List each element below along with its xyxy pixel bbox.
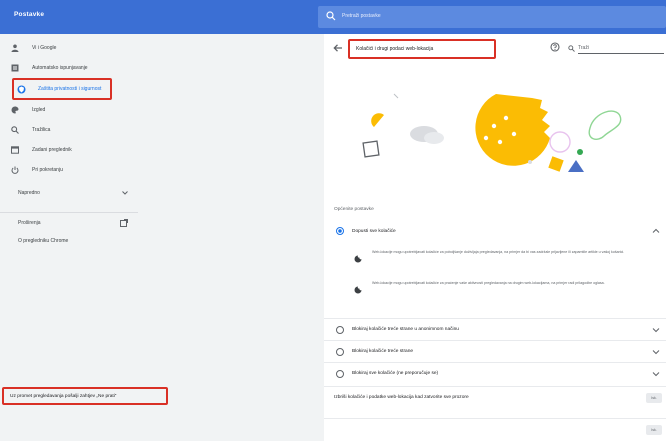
sidebar: Vi i Google Automatsko ispunjavanje Zašt… <box>0 34 138 441</box>
radio-button[interactable] <box>336 347 344 356</box>
browser-icon <box>8 143 22 157</box>
cloud-shape <box>424 132 444 144</box>
yellow-square-shape <box>548 156 564 172</box>
cookie-icon <box>354 286 362 294</box>
sidebar-item-label: Tražilica <box>32 127 51 133</box>
cookies-illustration <box>362 93 622 172</box>
sidebar-item-autofill[interactable]: Automatsko ispunjavanje <box>8 58 128 78</box>
cookie-option-allow-all[interactable]: Dopusti sve kolačiće <box>324 220 666 242</box>
radio-button[interactable] <box>336 369 344 378</box>
top-bar: Postavke Pretraži postavke <box>0 0 666 34</box>
chevron-down-icon <box>122 191 128 195</box>
triangle-shape <box>568 160 584 172</box>
about-label: O pregledniku Chrome <box>18 238 69 244</box>
search-placeholder: Pretraži postavke <box>342 13 381 19</box>
dot-shape <box>528 160 532 164</box>
option-label: Blokiraj kolačiće treće strane <box>352 349 414 354</box>
extensions-label: Proširenja <box>18 220 41 226</box>
sidebar-about-chrome-link[interactable]: O pregledniku Chrome <box>18 232 128 250</box>
sidebar-item-search-engine[interactable]: Tražilica <box>8 120 128 140</box>
sidebar-item-label: Zaštita privatnosti i sigurnost <box>38 86 102 92</box>
sidebar-item-on-startup[interactable]: Pri pokretanju <box>8 160 128 180</box>
chevron-down-icon[interactable] <box>652 326 660 334</box>
sidebar-item-label: Automatsko ispunjavanje <box>32 65 88 71</box>
shield-icon <box>14 82 28 96</box>
chevron-up-icon[interactable] <box>652 227 660 235</box>
sidebar-item-label: Vi i Google <box>32 45 57 51</box>
blob-outline-shape <box>588 110 622 140</box>
search-icon <box>326 11 336 21</box>
expanded-description: Web-lokacije mogu upotrebljavati kolačić… <box>354 249 654 275</box>
radio-button-selected[interactable] <box>336 227 344 235</box>
sidebar-item-label: Pri pokretanju <box>32 167 63 173</box>
clear-on-exit-label: Izbriši kolačiće i podatke web-lokacija … <box>334 395 469 400</box>
sidebar-item-default-browser[interactable]: Zadani preglednik <box>8 140 128 160</box>
page-title: Kolačići i drugi podaci web-lokacija <box>348 39 496 59</box>
sidebar-item-label: Izgled <box>32 107 46 113</box>
input-underline <box>578 53 664 54</box>
help-icon[interactable] <box>550 42 560 52</box>
settings-search-box[interactable]: Pretraži postavke <box>318 6 666 28</box>
advanced-label: Napredno <box>18 190 40 196</box>
description-text: Web-lokacije mogu upotrebljavati kolačić… <box>372 281 605 285</box>
clear-on-exit-row[interactable]: Izbriši kolačiće i podatke web-lokacija … <box>324 386 666 408</box>
do-not-track-toggle[interactable]: Isk. <box>646 425 662 435</box>
power-icon <box>8 163 22 177</box>
search-icon <box>8 123 22 137</box>
chevron-down-icon[interactable] <box>652 370 660 378</box>
square-outline-shape <box>362 140 380 158</box>
option-label: Blokiraj sve kolačiće (ne preporučuje se… <box>352 371 439 376</box>
search-icon <box>568 44 575 52</box>
sidebar-extensions-link[interactable]: Proširenja <box>18 214 128 232</box>
sidebar-item-privacy-security[interactable]: Zaštita privatnosti i sigurnost <box>12 78 112 100</box>
cookies-search-input[interactable]: Traži <box>568 42 666 54</box>
big-cookie-icon <box>475 94 550 166</box>
sidebar-advanced-toggle[interactable]: Napredno <box>18 184 128 202</box>
section-heading-general: Općenite postavke <box>334 207 374 212</box>
green-dot-shape <box>577 149 583 155</box>
chevron-down-icon[interactable] <box>652 348 660 356</box>
do-not-track-label[interactable]: Uz promet pregledavanja pošalji zahtjev … <box>2 387 168 405</box>
option-label: Dopusti sve kolačiće <box>352 228 396 234</box>
clipboard-icon <box>8 61 22 75</box>
palette-icon <box>8 103 22 117</box>
cookie-option-block-all[interactable]: Blokiraj sve kolačiće (ne preporučuje se… <box>324 362 666 384</box>
radio-button[interactable] <box>336 325 344 334</box>
external-link-icon <box>120 219 128 227</box>
option-label: Blokiraj kolačiće treće strane u anonimn… <box>352 327 459 332</box>
cookie-option-block-third-party-incognito[interactable]: Blokiraj kolačiće treće strane u anonimn… <box>324 318 666 340</box>
cookie-icon <box>354 255 362 263</box>
back-arrow-icon[interactable] <box>332 42 344 54</box>
description-text: Web-lokacije mogu upotrebljavati kolačić… <box>372 250 625 254</box>
cookie-option-block-third-party[interactable]: Blokiraj kolačiće treće strane <box>324 340 666 362</box>
app-title: Postavke <box>14 11 45 18</box>
do-not-track-row[interactable]: Isk. <box>324 418 666 440</box>
circle-outline-shape <box>549 131 571 153</box>
sparkle-decoration <box>393 93 399 99</box>
cookies-settings-page: Kolačići i drugi podaci web-lokacija Tra… <box>324 34 666 441</box>
expanded-description: Web-lokacije mogu upotrebljavati kolačić… <box>354 280 654 306</box>
search-input-value: Traži <box>578 45 589 51</box>
sidebar-divider <box>0 212 138 213</box>
sidebar-item-you-and-google[interactable]: Vi i Google <box>8 38 128 58</box>
sidebar-item-label: Zadani preglednik <box>32 147 72 153</box>
person-icon <box>8 41 22 55</box>
clear-on-exit-toggle[interactable]: Isk. <box>646 393 662 403</box>
sidebar-item-appearance[interactable]: Izgled <box>8 100 128 120</box>
cookie-crumb-shape <box>371 113 384 127</box>
